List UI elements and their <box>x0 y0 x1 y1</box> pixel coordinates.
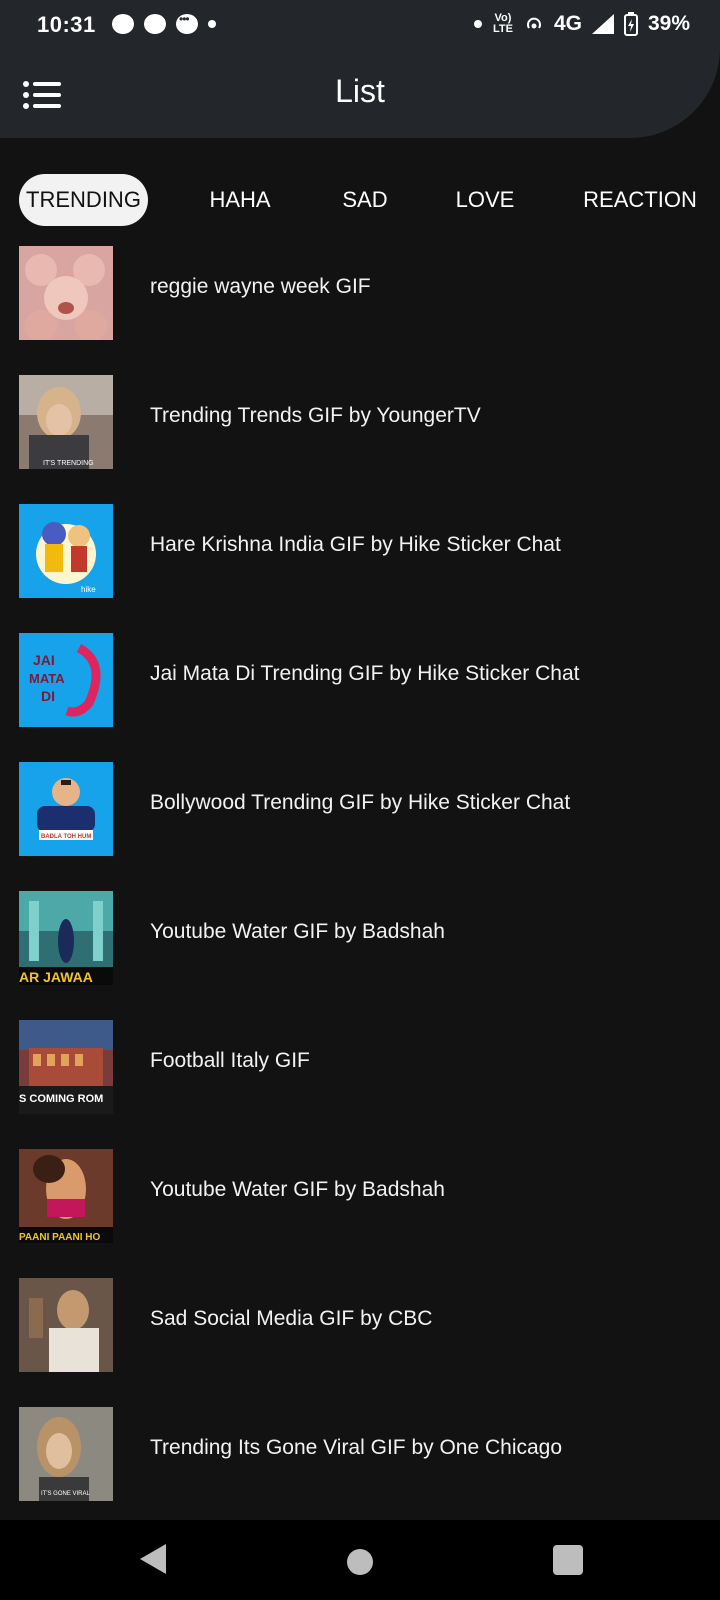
volte-icon: Vo) LTE <box>492 12 513 35</box>
list-item[interactable]: Sad Social Media GIF by CBC <box>0 1272 720 1400</box>
tab-sad[interactable]: SAD <box>320 174 410 226</box>
svg-text:JAI: JAI <box>33 652 55 668</box>
svg-text:IT'S GONE VIRAL: IT'S GONE VIRAL <box>41 1491 90 1497</box>
dot-icon <box>473 20 482 28</box>
svg-text:IT'S TRENDING: IT'S TRENDING <box>43 460 94 467</box>
gif-thumbnail: hike <box>19 504 113 598</box>
list-item[interactable]: IT'S GONE VIRAL Trending Its Gone Viral … <box>0 1401 720 1520</box>
network-type: 4G <box>553 12 582 35</box>
gif-thumbnail: AR JAWAA <box>19 891 113 985</box>
message-dots-icon <box>176 12 198 34</box>
crying-baby-image <box>19 246 113 340</box>
page-title: List <box>335 73 385 109</box>
gif-thumbnail: S COMING ROM <box>19 1020 113 1114</box>
item-title: reggie wayne week GIF <box>150 275 371 298</box>
recent-apps-icon[interactable] <box>553 1545 583 1575</box>
list-item[interactable]: reggie wayne week GIF <box>0 240 720 368</box>
battery-level: 39% <box>647 12 690 35</box>
status-time: 10:31 <box>37 12 96 37</box>
bollywood-sticker-image: BADLA TOH HUM <box>19 762 113 856</box>
gif-thumbnail: BADLA TOH HUM <box>19 762 113 856</box>
woman-phone-image: IT'S TRENDING <box>19 375 113 469</box>
list-item[interactable]: S COMING ROM Football Italy GIF <box>0 1014 720 1142</box>
gif-list: reggie wayne week GIF IT'S TRENDING Tren… <box>0 240 720 1520</box>
gif-thumbnail <box>19 246 113 340</box>
svg-text:AR JAWAA: AR JAWAA <box>19 969 93 985</box>
battery-icon <box>623 12 638 36</box>
chat-icon <box>144 14 166 34</box>
hotspot-icon <box>526 17 541 29</box>
svg-text:PAANI PAANI HO: PAANI PAANI HO <box>19 1232 101 1243</box>
tab-reaction[interactable]: REACTION <box>570 174 710 226</box>
message-icon <box>112 14 134 34</box>
signal-icon <box>591 14 614 34</box>
list-item[interactable]: PAANI PAANI HO Youtube Water GIF by Bads… <box>0 1143 720 1271</box>
cbc-image <box>19 1278 113 1372</box>
svg-text:BADLA TOH HUM: BADLA TOH HUM <box>41 834 91 840</box>
svg-text:hike: hike <box>81 585 96 594</box>
svg-text:MATA: MATA <box>29 671 65 686</box>
water-dance-image: AR JAWAA <box>19 891 113 985</box>
item-title: Trending Its Gone Viral GIF by One Chica… <box>150 1436 563 1459</box>
gif-thumbnail: PAANI PAANI HO <box>19 1149 113 1243</box>
item-title: Sad Social Media GIF by CBC <box>150 1307 433 1330</box>
list-item[interactable]: IT'S TRENDING Trending Trends GIF by You… <box>0 369 720 497</box>
item-title: Youtube Water GIF by Badshah <box>150 920 445 943</box>
more-notifications-icon <box>208 20 216 28</box>
jai-mata-di-sticker-image: JAI MATA DI <box>19 633 113 727</box>
svg-text:S COMING ROM: S COMING ROM <box>19 1093 103 1105</box>
one-chicago-image: IT'S GONE VIRAL <box>19 1407 113 1501</box>
status-right: Vo) LTE 4G 39% <box>473 12 690 36</box>
gif-thumbnail <box>19 1278 113 1372</box>
gif-thumbnail: IT'S GONE VIRAL <box>19 1407 113 1501</box>
paani-paani-image: PAANI PAANI HO <box>19 1149 113 1243</box>
colosseum-image: S COMING ROM <box>19 1020 113 1114</box>
notification-icons <box>112 12 216 34</box>
item-title: Football Italy GIF <box>150 1049 310 1072</box>
back-icon[interactable] <box>138 1542 168 1576</box>
tab-trending[interactable]: TRENDING <box>19 174 148 226</box>
status-bar: 10:31 Vo) LTE 4G 39% <box>0 0 720 54</box>
list-item[interactable]: BADLA TOH HUM Bollywood Trending GIF by … <box>0 756 720 884</box>
tab-haha[interactable]: HAHA <box>190 174 290 226</box>
list-item[interactable]: JAI MATA DI Jai Mata Di Trending GIF by … <box>0 627 720 755</box>
category-tabs: TRENDING HAHA SAD LOVE REACTION <box>0 174 720 228</box>
list-item[interactable]: hike Hare Krishna India GIF by Hike Stic… <box>0 498 720 626</box>
item-title: Youtube Water GIF by Badshah <box>150 1178 445 1201</box>
list-item[interactable]: AR JAWAA Youtube Water GIF by Badshah <box>0 885 720 1013</box>
item-title: Bollywood Trending GIF by Hike Sticker C… <box>150 791 571 814</box>
item-title: Hare Krishna India GIF by Hike Sticker C… <box>150 533 561 556</box>
gif-thumbnail: JAI MATA DI <box>19 633 113 727</box>
home-icon[interactable] <box>347 1549 373 1575</box>
gif-thumbnail: IT'S TRENDING <box>19 375 113 469</box>
tab-love[interactable]: LOVE <box>435 174 535 226</box>
item-title: Trending Trends GIF by YoungerTV <box>150 404 481 427</box>
item-title: Jai Mata Di Trending GIF by Hike Sticker… <box>150 662 580 685</box>
svg-text:DI: DI <box>41 688 55 704</box>
krishna-sticker-image: hike <box>19 504 113 598</box>
